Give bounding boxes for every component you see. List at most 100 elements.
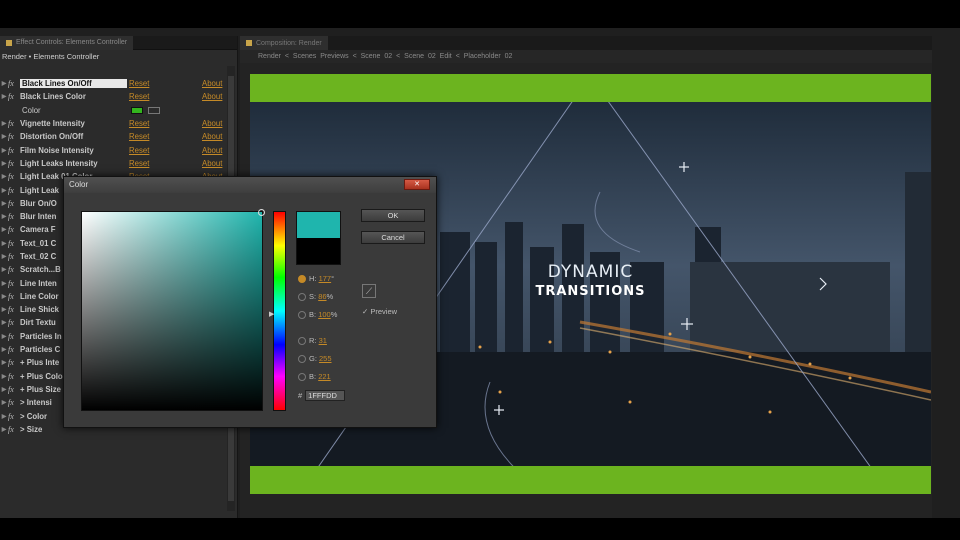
effect-row[interactable]: ▶ fx Light Leaks Intensity Reset About <box>0 157 228 170</box>
eyedropper-icon[interactable]: ⟋ <box>362 284 376 298</box>
preview-checkbox[interactable]: ✓ Preview <box>362 307 397 316</box>
expand-arrow-icon[interactable]: ▶ <box>0 266 8 273</box>
ok-button[interactable]: OK <box>361 209 425 222</box>
tab-effect-controls[interactable]: Effect Controls: Elements Controller <box>0 35 134 50</box>
fx-toggle-icon[interactable]: fx <box>8 318 20 327</box>
effect-row[interactable]: ▶ fx Distortion On/Off Reset About <box>0 130 228 143</box>
fx-toggle-icon[interactable]: fx <box>8 385 20 394</box>
color-swatch[interactable] <box>131 106 143 114</box>
expand-arrow-icon[interactable]: ▶ <box>0 399 8 406</box>
fx-toggle-icon[interactable]: fx <box>8 345 20 354</box>
fx-toggle-icon[interactable]: fx <box>8 146 20 155</box>
expand-arrow-icon[interactable]: ▶ <box>0 306 8 313</box>
radio-button[interactable] <box>298 355 306 364</box>
expand-arrow-icon[interactable]: ▶ <box>0 386 8 393</box>
tab-composition[interactable]: Composition: Render <box>240 36 328 50</box>
composition-breadcrumb[interactable]: Render < Scenes Previews < Scene 02 < Sc… <box>240 50 932 63</box>
expand-arrow-icon[interactable]: ▶ <box>0 333 8 340</box>
fx-toggle-icon[interactable]: fx <box>8 252 20 261</box>
color-field-g[interactable]: G: 255 <box>298 354 358 365</box>
fx-toggle-icon[interactable]: fx <box>8 92 20 101</box>
color-field-h[interactable]: H: 177° <box>298 274 358 285</box>
saturation-brightness-field[interactable] <box>81 209 265 411</box>
expand-arrow-icon[interactable]: ▶ <box>0 93 8 100</box>
color-field-b[interactable]: B: 100% <box>298 310 358 321</box>
fx-toggle-icon[interactable]: fx <box>8 358 20 367</box>
about-link[interactable]: About <box>202 159 222 168</box>
fx-toggle-icon[interactable]: fx <box>8 119 20 128</box>
cancel-button[interactable]: Cancel <box>361 231 425 244</box>
about-link[interactable]: About <box>202 119 222 128</box>
fx-toggle-icon[interactable]: fx <box>8 292 20 301</box>
expand-arrow-icon[interactable]: ▶ <box>0 240 8 247</box>
fx-toggle-icon[interactable]: fx <box>8 265 20 274</box>
about-link[interactable]: About <box>202 132 222 141</box>
expand-arrow-icon[interactable]: ▶ <box>0 346 8 353</box>
fx-toggle-icon[interactable]: fx <box>8 398 20 407</box>
radio-button[interactable] <box>298 337 306 346</box>
color-field-s[interactable]: S: 86% <box>298 292 358 303</box>
effect-row[interactable]: ▶ fx Vignette Intensity Reset About <box>0 117 228 130</box>
color-marker[interactable] <box>258 209 265 216</box>
hex-input[interactable]: 1FFFDD <box>305 390 346 401</box>
hue-slider-arrow-icon[interactable]: ▶ <box>269 310 274 318</box>
field-value[interactable]: 221 <box>318 372 331 381</box>
field-value[interactable]: 86 <box>318 292 326 301</box>
eyedropper-icon[interactable] <box>148 106 160 114</box>
color-field-b[interactable]: B: 221 <box>298 372 358 383</box>
fx-toggle-icon[interactable]: fx <box>8 159 20 168</box>
fx-toggle-icon[interactable]: fx <box>8 199 20 208</box>
hue-slider[interactable] <box>273 211 286 411</box>
expand-arrow-icon[interactable]: ▶ <box>0 253 8 260</box>
expand-arrow-icon[interactable]: ▶ <box>0 133 8 140</box>
expand-arrow-icon[interactable]: ▶ <box>0 226 8 233</box>
fx-toggle-icon[interactable]: fx <box>8 305 20 314</box>
radio-button[interactable] <box>298 373 306 382</box>
fx-toggle-icon[interactable]: fx <box>8 239 20 248</box>
expand-arrow-icon[interactable]: ▶ <box>0 319 8 326</box>
field-value[interactable]: 177 <box>319 274 332 283</box>
field-value[interactable]: 31 <box>319 336 327 345</box>
expand-arrow-icon[interactable]: ▶ <box>0 359 8 366</box>
expand-arrow-icon[interactable]: ▶ <box>0 187 8 194</box>
expand-arrow-icon[interactable]: ▶ <box>0 160 8 167</box>
color-field-r[interactable]: R: 31 <box>298 336 358 347</box>
reset-link[interactable]: Reset <box>129 159 149 168</box>
expand-arrow-icon[interactable]: ▶ <box>0 147 8 154</box>
radio-button[interactable] <box>298 311 306 320</box>
reset-link[interactable]: Reset <box>129 132 149 141</box>
original-color-swatch[interactable] <box>296 238 341 265</box>
field-value[interactable]: 255 <box>319 354 332 363</box>
fx-toggle-icon[interactable]: fx <box>8 372 20 381</box>
fx-toggle-icon[interactable]: fx <box>8 172 20 181</box>
close-button[interactable]: ✕ <box>404 179 430 190</box>
about-link[interactable]: About <box>202 146 222 155</box>
fx-toggle-icon[interactable]: fx <box>8 225 20 234</box>
expand-arrow-icon[interactable]: ▶ <box>0 293 8 300</box>
about-link[interactable]: About <box>202 92 222 101</box>
fx-toggle-icon[interactable]: fx <box>8 279 20 288</box>
fx-toggle-icon[interactable]: fx <box>8 132 20 141</box>
effect-row[interactable]: ▶ fx Film Noise Intensity Reset About <box>0 143 228 156</box>
expand-arrow-icon[interactable]: ▶ <box>0 200 8 207</box>
reset-link[interactable]: Reset <box>129 146 149 155</box>
effect-row[interactable]: Color <box>0 104 228 117</box>
fx-toggle-icon[interactable]: fx <box>8 186 20 195</box>
expand-arrow-icon[interactable]: ▶ <box>0 280 8 287</box>
reset-link[interactable]: Reset <box>129 92 149 101</box>
fx-toggle-icon[interactable]: fx <box>8 332 20 341</box>
fx-toggle-icon[interactable]: fx <box>8 212 20 221</box>
expand-arrow-icon[interactable]: ▶ <box>0 213 8 220</box>
reset-link[interactable]: Reset <box>129 119 149 128</box>
effect-row[interactable]: ▶ fx Black Lines Color Reset About <box>0 90 228 103</box>
expand-arrow-icon[interactable]: ▶ <box>0 80 8 87</box>
expand-arrow-icon[interactable]: ▶ <box>0 413 8 420</box>
expand-arrow-icon[interactable]: ▶ <box>0 120 8 127</box>
fx-toggle-icon[interactable]: fx <box>8 412 20 421</box>
fx-toggle-icon[interactable]: fx <box>8 425 20 434</box>
fx-toggle-icon[interactable]: fx <box>8 79 20 88</box>
expand-arrow-icon[interactable]: ▶ <box>0 426 8 433</box>
radio-button[interactable] <box>298 275 306 284</box>
expand-arrow-icon[interactable]: ▶ <box>0 373 8 380</box>
field-value[interactable]: 100 <box>318 310 331 319</box>
